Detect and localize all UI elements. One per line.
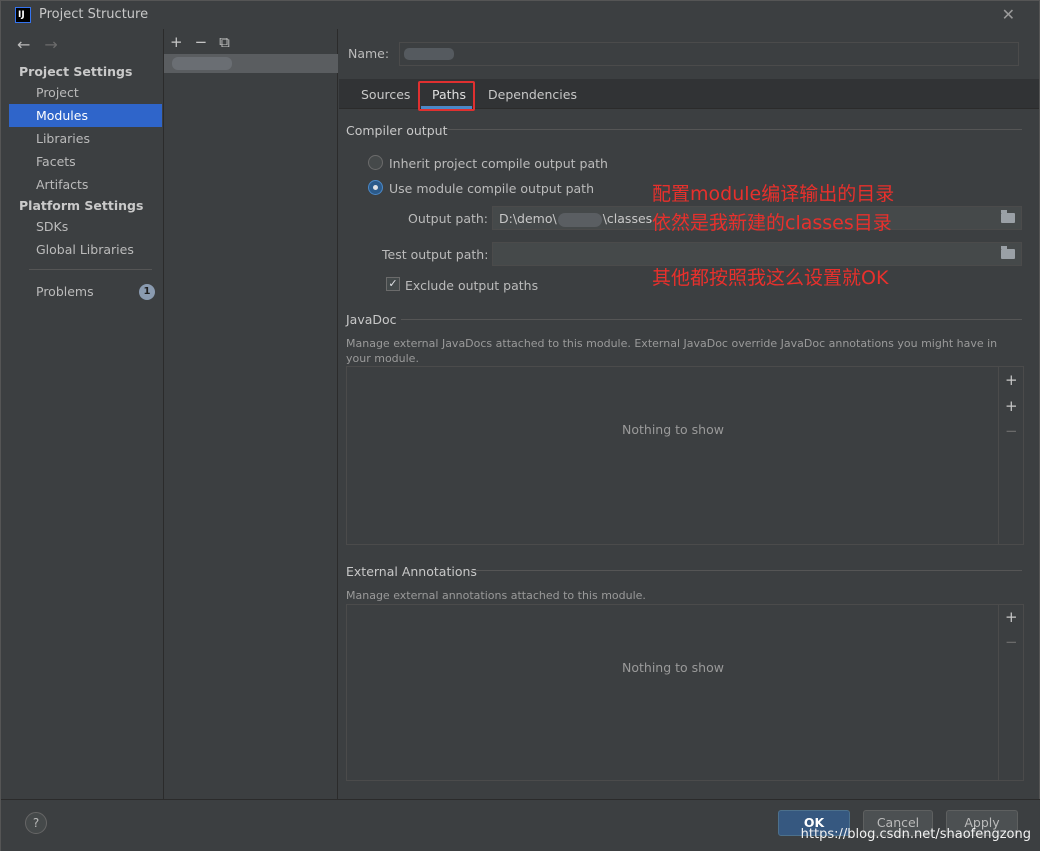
module-toolbar: + − ⧉ <box>170 33 230 51</box>
settings-sidebar: ← → Project Settings Project Modules Lib… <box>9 29 162 799</box>
intellij-logo-icon: IJ <box>15 7 31 23</box>
annotation-line-1: 配置module编译输出的目录 <box>652 183 895 205</box>
sidebar-divider <box>29 269 152 270</box>
tab-paths[interactable]: Paths <box>432 87 466 102</box>
exclude-output-label[interactable]: Exclude output paths <box>405 278 538 293</box>
nav-arrows: ← → <box>17 35 58 54</box>
tab-sources[interactable]: Sources <box>361 87 410 102</box>
project-structure-dialog: IJ Project Structure ✕ ← → Project Setti… <box>0 0 1040 851</box>
add-module-icon[interactable]: + <box>170 33 183 51</box>
add-annotation-icon[interactable]: + <box>1005 608 1018 626</box>
sidebar-item-libraries[interactable]: Libraries <box>9 127 162 150</box>
sidebar-item-facets[interactable]: Facets <box>9 150 162 173</box>
add-javadoc-icon[interactable]: + <box>1005 371 1018 389</box>
annotation-line-2: 依然是我新建的classes目录 <box>652 212 892 234</box>
javadoc-empty-text: Nothing to show <box>622 422 724 437</box>
javadoc-divider <box>401 319 1022 320</box>
path-segment-redacted <box>557 212 602 227</box>
copy-module-icon[interactable]: ⧉ <box>219 33 230 51</box>
external-annotations-description: Manage external annotations attached to … <box>346 589 646 602</box>
compiler-output-title: Compiler output <box>346 123 448 138</box>
compiler-output-divider <box>448 129 1022 130</box>
problems-label: Problems <box>36 284 94 299</box>
sidebar-item-project[interactable]: Project <box>9 81 162 104</box>
sidebar-item-modules[interactable]: Modules <box>9 104 162 127</box>
title-bar: IJ Project Structure ✕ <box>1 1 1039 29</box>
browse-test-folder-icon[interactable] <box>1001 246 1015 259</box>
sidebar-item-artifacts[interactable]: Artifacts <box>9 173 162 196</box>
inherit-output-radio[interactable] <box>368 155 383 170</box>
module-name-field[interactable] <box>399 42 1019 66</box>
inherit-output-label[interactable]: Inherit project compile output path <box>389 156 608 171</box>
module-row-selected[interactable] <box>164 54 338 73</box>
name-label: Name: <box>348 46 390 61</box>
module-tabs: Sources Paths Dependencies <box>339 79 1039 111</box>
javadoc-description: Manage external JavaDocs attached to thi… <box>346 337 998 365</box>
platform-settings-heading: Platform Settings <box>19 198 144 213</box>
remove-annotation-icon[interactable]: − <box>1005 633 1018 651</box>
remove-module-icon[interactable]: − <box>195 33 208 51</box>
module-list-panel: + − ⧉ <box>163 29 338 799</box>
exclude-output-checkbox[interactable]: ✓ <box>386 277 400 291</box>
browse-folder-icon[interactable] <box>1001 210 1015 223</box>
external-annotations-empty-text: Nothing to show <box>622 660 724 675</box>
external-annotations-toolbar: + − <box>998 605 1023 780</box>
remove-javadoc-icon[interactable]: − <box>1005 422 1018 440</box>
javadoc-list-toolbar: + + − <box>998 367 1023 544</box>
sidebar-item-sdks[interactable]: SDKs <box>9 215 162 238</box>
dialog-footer: ? OK Cancel Apply https://blog.csdn.net/… <box>1 799 1040 851</box>
active-tab-underline <box>421 106 472 109</box>
external-annotations-title: External Annotations <box>346 564 477 579</box>
add-javadoc-url-icon[interactable]: + <box>1005 397 1018 415</box>
javadoc-title: JavaDoc <box>346 312 397 327</box>
tab-dependencies[interactable]: Dependencies <box>488 87 577 102</box>
sidebar-item-problems[interactable]: Problems 1 <box>9 280 162 303</box>
close-icon[interactable]: ✕ <box>1002 5 1015 24</box>
javadoc-list[interactable]: Nothing to show + + − <box>346 366 1024 545</box>
annotation-line-3: 其他都按照我这么设置就OK <box>652 267 889 289</box>
external-annotations-list[interactable]: Nothing to show + − <box>346 604 1024 781</box>
problems-count-badge: 1 <box>139 284 155 300</box>
name-value-redacted <box>404 48 454 60</box>
output-path-label: Output path: <box>408 211 489 226</box>
output-path-value: D:\demo\ \classes <box>499 211 653 227</box>
back-arrow-icon[interactable]: ← <box>17 35 30 54</box>
use-module-output-label[interactable]: Use module compile output path <box>389 181 594 196</box>
blog-watermark: https://blog.csdn.net/shaofengzong <box>800 827 1031 842</box>
window-title: Project Structure <box>39 7 149 22</box>
module-settings-content: Name: Sources Paths Dependencies Compile… <box>339 29 1039 799</box>
test-output-path-label: Test output path: <box>382 247 489 262</box>
project-settings-heading: Project Settings <box>19 64 133 79</box>
sidebar-item-global-libraries[interactable]: Global Libraries <box>9 238 162 261</box>
help-icon[interactable]: ? <box>25 812 47 834</box>
module-name-redacted <box>172 57 232 70</box>
forward-arrow-icon[interactable]: → <box>44 35 57 54</box>
use-module-output-radio[interactable] <box>368 180 383 195</box>
external-annotations-divider <box>471 570 1022 571</box>
